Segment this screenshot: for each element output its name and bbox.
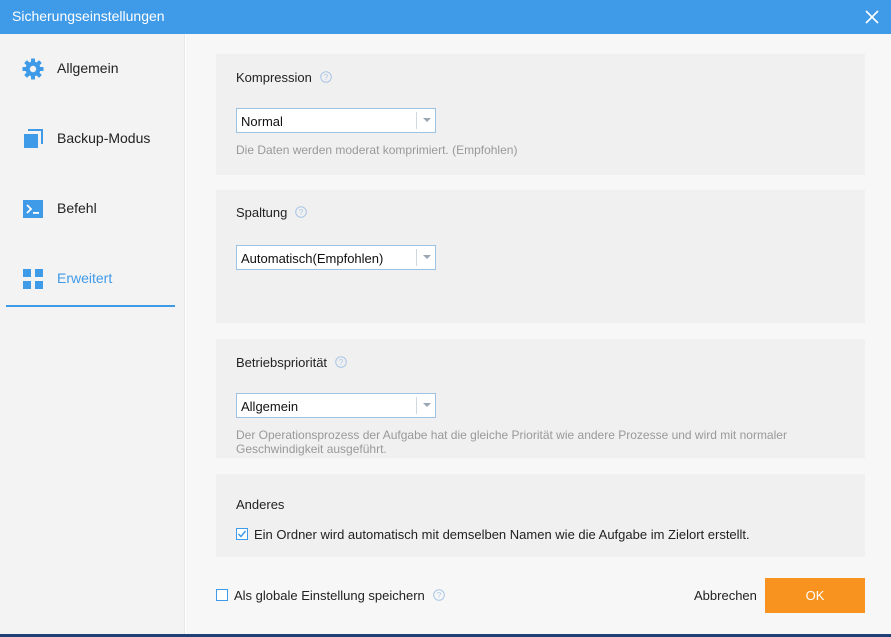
svg-text:?: ? xyxy=(437,591,442,600)
settings-content: Kompression? Normal Die Daten werden mod… xyxy=(186,34,891,634)
help-icon[interactable]: ? xyxy=(295,206,308,218)
sidebar-item-label: Erweitert xyxy=(57,270,113,286)
chevron-down-icon xyxy=(423,255,431,259)
compression-title-text: Kompression xyxy=(236,70,312,85)
chevron-down-icon xyxy=(423,403,431,407)
priority-title-text: Betriebspriorität xyxy=(236,355,328,370)
gear-icon xyxy=(22,58,44,80)
splitting-title-text: Spaltung xyxy=(236,205,288,220)
global-setting-label-text: Als globale Einstellung speichern xyxy=(234,588,425,603)
sidebar-item-label: Allgemein xyxy=(57,60,119,76)
splitting-select-value: Automatisch(Empfohlen) xyxy=(241,251,384,266)
priority-select[interactable]: Allgemein xyxy=(236,393,436,418)
svg-text:?: ? xyxy=(324,73,329,82)
title-bar: Sicherungseinstellungen xyxy=(0,0,891,34)
sidebar-item-label: Backup-Modus xyxy=(57,130,151,146)
other-panel: Anderes Ein Ordner wird automatisch mit … xyxy=(216,474,865,557)
priority-select-value: Allgemein xyxy=(241,399,299,414)
cancel-button[interactable]: Abbrechen xyxy=(694,588,757,603)
priority-description-line1: Der Operationsprozess der Aufgabe hat di… xyxy=(236,428,787,442)
help-icon[interactable]: ? xyxy=(432,589,445,601)
compression-select[interactable]: Normal xyxy=(236,108,436,133)
svg-text:?: ? xyxy=(339,358,344,367)
priority-description-line2: Geschwindigkeit ausgeführt. xyxy=(236,442,387,456)
sidebar-item-erweitert[interactable]: Erweitert xyxy=(6,251,175,307)
terminal-icon xyxy=(22,198,44,220)
svg-text:?: ? xyxy=(299,208,304,217)
global-setting-checkbox[interactable] xyxy=(216,589,228,601)
compression-title: Kompression? xyxy=(236,70,332,85)
help-icon[interactable]: ? xyxy=(335,356,347,368)
splitting-panel: Spaltung? Automatisch(Empfohlen) xyxy=(216,190,865,323)
close-icon[interactable] xyxy=(859,4,885,30)
help-icon[interactable]: ? xyxy=(320,71,332,83)
sidebar-item-befehl[interactable]: Befehl xyxy=(6,181,175,237)
global-setting-label: Als globale Einstellung speichern? xyxy=(234,588,445,603)
sidebar-item-label: Befehl xyxy=(57,200,97,216)
compression-description: Die Daten werden moderat komprimiert. (E… xyxy=(236,143,518,157)
other-title: Anderes xyxy=(236,497,285,512)
compression-panel: Kompression? Normal Die Daten werden mod… xyxy=(216,54,865,175)
splitting-title: Spaltung? xyxy=(236,205,308,220)
sidebar: Allgemein Backup-Modus Befehl Erweitert xyxy=(0,34,185,634)
priority-title: Betriebspriorität? xyxy=(236,355,347,370)
priority-panel: Betriebspriorität? Allgemein Der Operati… xyxy=(216,339,865,458)
priority-description: Der Operationsprozess der Aufgabe hat di… xyxy=(236,428,787,456)
ok-button[interactable]: OK xyxy=(765,578,865,613)
chevron-down-icon xyxy=(423,118,431,122)
grid-icon xyxy=(22,268,44,290)
create-folder-label: Ein Ordner wird automatisch mit demselbe… xyxy=(254,527,750,542)
compression-select-value: Normal xyxy=(241,114,283,129)
sidebar-item-backup-modus[interactable]: Backup-Modus xyxy=(6,111,175,167)
sidebar-item-allgemein[interactable]: Allgemein xyxy=(6,41,175,97)
window-title: Sicherungseinstellungen xyxy=(12,8,165,24)
create-folder-checkbox[interactable] xyxy=(236,528,248,540)
copy-icon xyxy=(22,128,44,150)
splitting-select[interactable]: Automatisch(Empfohlen) xyxy=(236,245,436,270)
